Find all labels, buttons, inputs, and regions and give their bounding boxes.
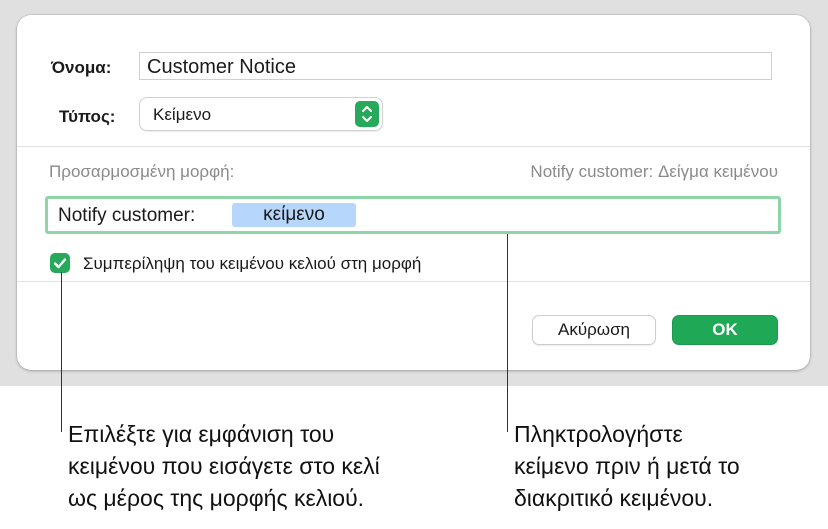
callout-checkbox-text: Επιλέξτε για εμφάνιση του κειμένου που ε… bbox=[68, 418, 498, 514]
name-label: Όνομα: bbox=[51, 58, 112, 77]
custom-format-label: Προσαρμοσμένη μορφή: bbox=[49, 162, 235, 181]
format-preview: Notify customer: Δείγμα κειμένου bbox=[530, 162, 778, 181]
callout-token-text: Πληκτρολογήστε κείμενο πριν ή μετά το δι… bbox=[514, 418, 824, 514]
type-select[interactable]: Κείμενο bbox=[139, 97, 383, 131]
callout-line: κείμενο πριν ή μετά το bbox=[514, 453, 740, 479]
include-text-label: Συμπερίληψη του κειμένου κελιού στη μορφ… bbox=[83, 254, 422, 273]
select-stepper-icon[interactable] bbox=[355, 101, 379, 127]
cancel-button[interactable]: Ακύρωση bbox=[532, 315, 656, 345]
name-field[interactable]: Customer Notice bbox=[139, 52, 772, 80]
callout-line: ως μέρος της μορφής κελιού. bbox=[68, 485, 365, 511]
text-token[interactable]: κείμενο bbox=[232, 203, 356, 227]
divider bbox=[17, 146, 810, 147]
ok-button[interactable]: OK bbox=[672, 315, 778, 345]
custom-format-field[interactable]: Notify customer: κείμενο bbox=[45, 196, 781, 234]
callout-line-token bbox=[507, 234, 508, 432]
callout-line: διακριτικό κειμένου. bbox=[514, 485, 714, 511]
type-label: Τύπος: bbox=[59, 107, 116, 126]
callout-line: Πληκτρολογήστε bbox=[514, 421, 683, 447]
divider bbox=[17, 281, 810, 282]
callout-line-checkbox bbox=[61, 272, 62, 432]
custom-format-dialog: Όνομα: Customer Notice Τύπος: Κείμενο Πρ… bbox=[17, 15, 810, 370]
type-select-value: Κείμενο bbox=[153, 105, 212, 124]
include-text-checkbox[interactable] bbox=[50, 253, 70, 273]
callout-line: κειμένου που εισάγετε στο κελί bbox=[68, 453, 380, 479]
format-prefix-text: Notify customer: bbox=[58, 205, 196, 226]
checkmark-icon bbox=[53, 258, 67, 269]
callout-line: Επιλέξτε για εμφάνιση του bbox=[68, 421, 335, 447]
